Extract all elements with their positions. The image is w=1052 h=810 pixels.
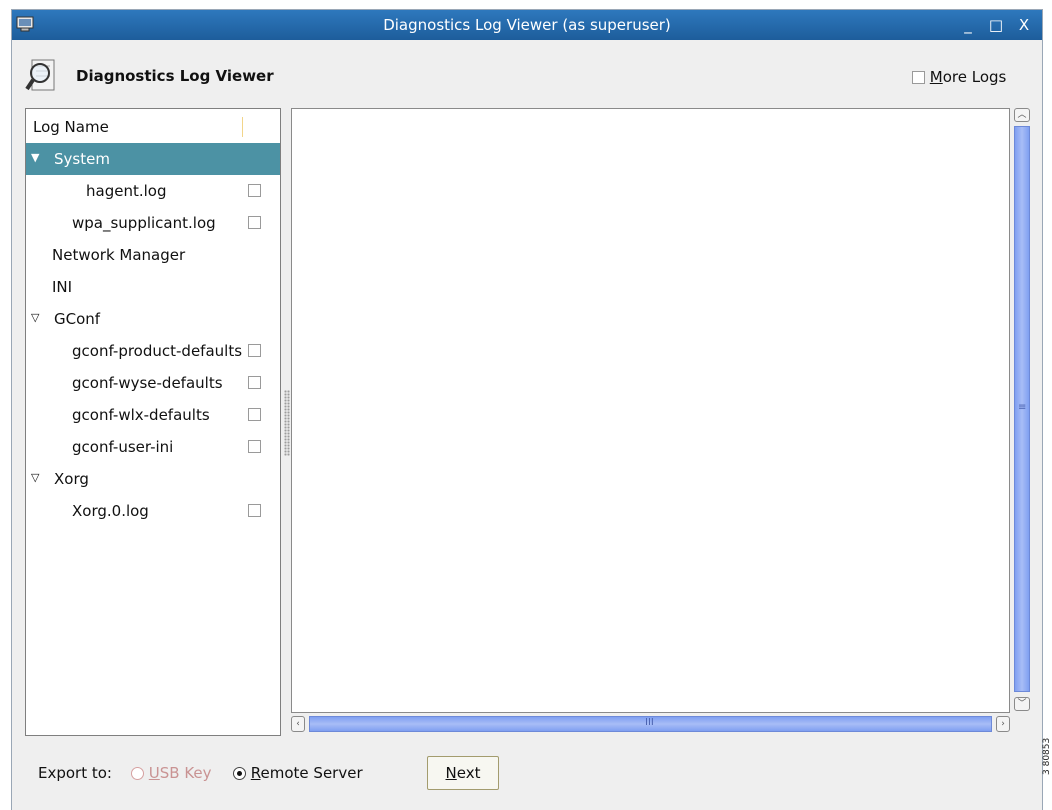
log-name-column-header[interactable]: Log Name bbox=[26, 109, 280, 143]
tree-row-gconf-user-ini[interactable]: gconf-user-ini bbox=[26, 431, 280, 463]
pane-splitter-handle[interactable] bbox=[284, 390, 290, 456]
log-content-view[interactable] bbox=[291, 108, 1010, 713]
more-logs-label: More Logs bbox=[929, 68, 1007, 86]
tree-row-system[interactable]: ▼ System bbox=[26, 143, 280, 175]
vertical-scrollbar[interactable]: ︿ ≡ ﹀ bbox=[1014, 108, 1032, 713]
horizontal-scrollbar[interactable]: ‹ III › bbox=[291, 716, 1010, 734]
hagent-log-checkbox[interactable] bbox=[248, 184, 261, 197]
thumb-grip-icon: ≡ bbox=[1018, 402, 1027, 413]
tree-row-gconf-wyse-defaults[interactable]: gconf-wyse-defaults bbox=[26, 367, 280, 399]
more-logs-check-box[interactable] bbox=[912, 71, 925, 84]
close-icon: X bbox=[1018, 16, 1030, 34]
more-logs-checkbox[interactable]: More Logs bbox=[912, 68, 1006, 86]
scroll-left-button[interactable]: ‹ bbox=[291, 716, 305, 732]
tree-row-gconf-wlx-defaults[interactable]: gconf-wlx-defaults bbox=[26, 399, 280, 431]
expand-triangle-icon[interactable]: ▽ bbox=[31, 311, 39, 324]
gconf-user-ini-checkbox[interactable] bbox=[248, 440, 261, 453]
next-button[interactable]: Next bbox=[427, 756, 499, 790]
diagnostics-window: Diagnostics Log Viewer (as superuser) _ … bbox=[12, 10, 1042, 810]
remote-server-radio[interactable]: Remote Server bbox=[233, 764, 363, 782]
tree-row-xorg[interactable]: ▽ Xorg bbox=[26, 463, 280, 495]
log-tree[interactable]: Log Name ▼ System hagent.log wpa_supplic… bbox=[25, 108, 281, 736]
minimize-icon: _ bbox=[964, 16, 972, 34]
usb-key-radio[interactable]: USB Key bbox=[131, 764, 212, 782]
scroll-right-button[interactable]: › bbox=[996, 716, 1010, 732]
title-bar[interactable]: Diagnostics Log Viewer (as superuser) _ … bbox=[12, 10, 1042, 40]
maximize-button[interactable]: □ bbox=[986, 15, 1006, 35]
gconf-wlx-defaults-checkbox[interactable] bbox=[248, 408, 261, 421]
export-options: Export to: USB Key Remote Server bbox=[36, 762, 636, 792]
window-title: Diagnostics Log Viewer (as superuser) bbox=[383, 16, 671, 34]
export-label: Export to: bbox=[38, 764, 112, 782]
tree-row-xorg-0-log[interactable]: Xorg.0.log bbox=[26, 495, 280, 527]
xorg-0-log-checkbox[interactable] bbox=[248, 504, 261, 517]
expand-triangle-icon[interactable]: ▽ bbox=[31, 471, 39, 484]
usb-key-radio-icon[interactable] bbox=[131, 767, 144, 780]
expand-triangle-icon[interactable]: ▼ bbox=[31, 151, 39, 164]
wpa-supplicant-log-checkbox[interactable] bbox=[248, 216, 261, 229]
gconf-wyse-defaults-checkbox[interactable] bbox=[248, 376, 261, 389]
tree-row-hagent-log[interactable]: hagent.log bbox=[26, 175, 280, 207]
tree-row-ini[interactable]: INI bbox=[26, 271, 280, 303]
thumb-grip-icon: III bbox=[645, 717, 654, 728]
tree-row-gconf[interactable]: ▽ GConf bbox=[26, 303, 280, 335]
column-separator[interactable] bbox=[242, 117, 243, 137]
page-title: Diagnostics Log Viewer bbox=[76, 67, 274, 85]
tree-row-gconf-product-defaults[interactable]: gconf-product-defaults bbox=[26, 335, 280, 367]
magnifier-log-icon bbox=[25, 59, 55, 91]
remote-server-radio-icon[interactable] bbox=[233, 767, 246, 780]
tree-row-network-manager[interactable]: Network Manager bbox=[26, 239, 280, 271]
tree-row-wpa-supplicant-log[interactable]: wpa_supplicant.log bbox=[26, 207, 280, 239]
scroll-up-button[interactable]: ︿ bbox=[1014, 108, 1030, 122]
maximize-icon: □ bbox=[988, 16, 1004, 34]
close-button[interactable]: X bbox=[1014, 15, 1034, 35]
figure-id-label: 3 80853 bbox=[1042, 737, 1052, 775]
gconf-product-defaults-checkbox[interactable] bbox=[248, 344, 261, 357]
scroll-down-button[interactable]: ﹀ bbox=[1014, 697, 1030, 711]
minimize-button[interactable]: _ bbox=[958, 15, 978, 35]
